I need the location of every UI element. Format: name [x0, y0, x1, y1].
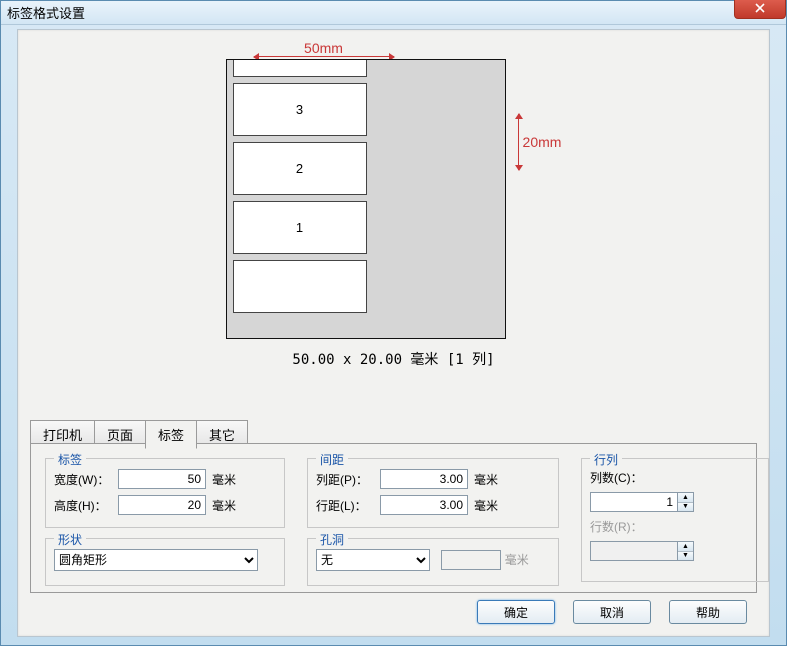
group-hole: 孔洞 无 毫米: [307, 538, 559, 586]
rows-up-icon: ▲: [678, 542, 693, 552]
hole-unit: 毫米: [505, 553, 529, 567]
cancel-button[interactable]: 取消: [573, 600, 651, 624]
dim-height-text: 20mm: [523, 134, 562, 150]
dim-height: 20mm: [518, 114, 562, 170]
cols-label: 列数(C)：: [590, 469, 650, 486]
group-label-title: 标签: [54, 451, 86, 468]
preview-caption: 50.00 x 20.00 毫米 [1 列]: [292, 349, 494, 369]
page-wrap: 3 2 1 20mm: [226, 59, 562, 339]
dialog-buttons: 确定 取消 帮助: [477, 600, 747, 624]
ok-button[interactable]: 确定: [477, 600, 555, 624]
rowgap-label: 行距(L)：: [316, 497, 380, 514]
cols-down-icon[interactable]: ▼: [678, 503, 693, 512]
group-hole-title: 孔洞: [316, 531, 348, 548]
height-input[interactable]: [118, 495, 206, 515]
page-preview: 3 2 1: [226, 59, 506, 339]
tabpanel-label: 标签 宽度(W)： 毫米 高度(H)： 毫米 间距 列距(P)： 毫米: [30, 443, 757, 593]
height-unit: 毫米: [212, 497, 236, 514]
preview-label: [233, 260, 367, 313]
cols-up-icon[interactable]: ▲: [678, 493, 693, 503]
width-label: 宽度(W)：: [54, 471, 118, 488]
preview-label: 1: [233, 201, 367, 254]
preview-label: [233, 59, 367, 77]
rowgap-input[interactable]: [380, 495, 468, 515]
dim-width-text: 50mm: [304, 40, 343, 56]
width-input[interactable]: [118, 469, 206, 489]
window-title: 标签格式设置: [7, 3, 85, 22]
group-shape-title: 形状: [54, 531, 86, 548]
rows-label: 行数(R)：: [590, 518, 650, 535]
close-button[interactable]: [734, 0, 786, 19]
colgap-input[interactable]: [380, 469, 468, 489]
dim-width: 50mm: [254, 40, 394, 57]
tab-label[interactable]: 标签: [145, 420, 197, 449]
colgap-label: 列距(P)：: [316, 471, 380, 488]
preview-area: 50mm 3 2 1 20mm 50.00 x: [18, 40, 769, 410]
close-icon: [755, 3, 765, 13]
preview-label: 3: [233, 83, 367, 136]
group-spacing: 间距 列距(P)： 毫米 行距(L)： 毫米: [307, 458, 559, 528]
titlebar: 标签格式设置: [1, 1, 786, 25]
rows-down-icon: ▼: [678, 552, 693, 561]
preview-label: 2: [233, 142, 367, 195]
hole-size-input: [441, 550, 501, 570]
height-label: 高度(H)：: [54, 497, 118, 514]
group-rowcol: 行列 列数(C)： ▲ ▼ 行数(R)：: [581, 458, 769, 582]
group-shape: 形状 圆角矩形: [45, 538, 285, 586]
help-button[interactable]: 帮助: [669, 600, 747, 624]
width-unit: 毫米: [212, 471, 236, 488]
rows-input: [590, 541, 678, 561]
rows-spinner: ▲ ▼: [590, 541, 694, 561]
client-area: 50mm 3 2 1 20mm 50.00 x: [17, 29, 770, 637]
cols-spinner[interactable]: ▲ ▼: [590, 492, 694, 512]
rowgap-unit: 毫米: [474, 497, 498, 514]
hole-select[interactable]: 无: [316, 549, 430, 571]
colgap-unit: 毫米: [474, 471, 498, 488]
group-spacing-title: 间距: [316, 451, 348, 468]
dialog-window: 标签格式设置 50mm 3 2 1: [0, 0, 787, 646]
group-label: 标签 宽度(W)： 毫米 高度(H)： 毫米: [45, 458, 285, 528]
shape-select[interactable]: 圆角矩形: [54, 549, 258, 571]
cols-input[interactable]: [590, 492, 678, 512]
group-rowcol-title: 行列: [590, 451, 622, 468]
